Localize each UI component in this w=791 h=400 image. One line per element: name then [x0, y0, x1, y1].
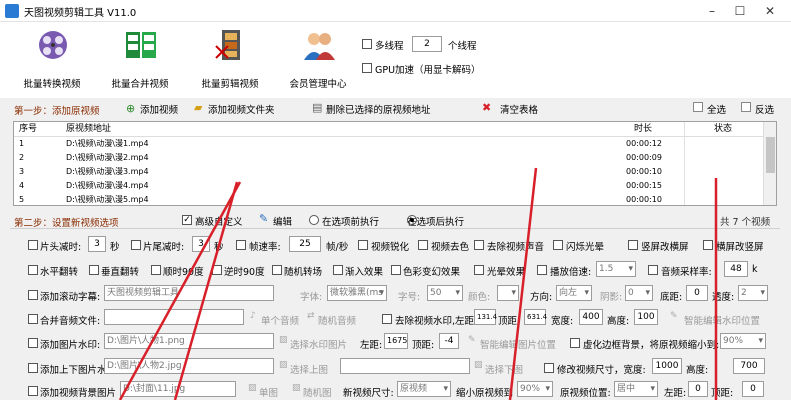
- annotation-overlay: [118, 167, 718, 400]
- annotation-arrow: [173, 181, 239, 400]
- annotation-arrow: [118, 181, 242, 400]
- annotation-arrow: [508, 167, 538, 400]
